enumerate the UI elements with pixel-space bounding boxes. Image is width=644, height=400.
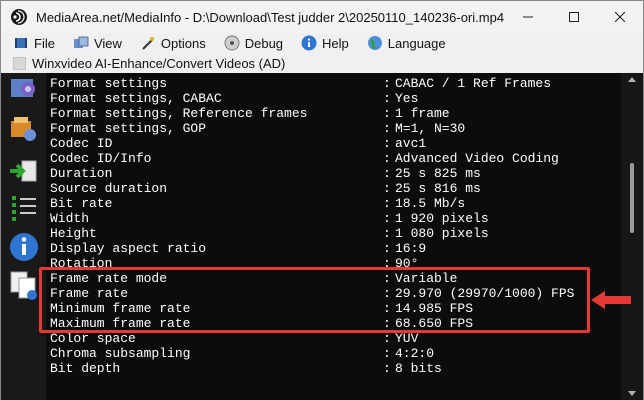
info-row-value: avc1	[395, 136, 427, 151]
maximize-button[interactable]	[551, 1, 597, 33]
info-row-separator: :	[383, 346, 391, 361]
info-row-key: Bit rate	[50, 196, 113, 211]
info-row-key: Codec ID/Info	[50, 151, 152, 166]
maximize-icon	[569, 12, 579, 22]
view-sidebar	[1, 73, 46, 400]
menu-options-label: Options	[160, 35, 206, 51]
winxvideo-ad-link[interactable]: Winxvideo AI-Enhance/Convert Videos (AD)	[32, 56, 285, 71]
minimize-icon	[523, 16, 533, 18]
ad-checkbox[interactable]	[13, 56, 26, 70]
window-title: MediaArea.net/MediaInfo - D:\Download\Te…	[36, 9, 505, 25]
info-row-key: Height	[50, 226, 97, 241]
info-row-separator: :	[383, 166, 391, 181]
menu-file[interactable]: File	[13, 33, 55, 53]
info-row-key: Format settings, CABAC	[50, 91, 222, 106]
scroll-up-icon[interactable]	[627, 75, 637, 83]
info-row-value: 1 frame	[395, 106, 450, 121]
info-row-value: 18.5 Mb/s	[395, 196, 466, 211]
info-row-value: 8 bits	[395, 361, 442, 376]
globe-icon	[367, 35, 383, 51]
info-row-separator: :	[383, 241, 391, 256]
info-row-key: Color space	[50, 331, 136, 346]
menu-help-label: Help	[322, 35, 349, 51]
info-row-key: Format settings, Reference frames	[50, 106, 308, 121]
info-row-value: 4:2:0	[395, 346, 435, 361]
content-area: Format settings: CABAC / 1 Ref Frames Form…	[1, 73, 643, 400]
info-row-key: Source duration	[50, 181, 168, 196]
secondary-menu-bar: Winxvideo AI-Enhance/Convert Videos (AD)	[1, 53, 643, 73]
magic-wand-icon	[140, 35, 156, 51]
info-row-separator: :	[383, 181, 391, 196]
film-icon	[13, 35, 29, 51]
scroll-down-icon[interactable]	[627, 390, 637, 398]
info-row-separator: :	[383, 106, 391, 121]
info-text-area[interactable]: Format settings: CABAC / 1 Ref Frames Form…	[46, 73, 621, 400]
menu-help[interactable]: Help	[301, 33, 349, 53]
info-row-value: Yes	[395, 91, 419, 106]
menu-view-label: View	[93, 35, 122, 51]
info-sidebar-icon[interactable]	[8, 231, 40, 263]
info-row-key: Chroma subsampling	[50, 346, 191, 361]
info-row-separator: :	[383, 196, 391, 211]
mediainfo-window: MediaArea.net/MediaInfo - D:\Download\Te…	[0, 0, 644, 400]
tree-view-icon[interactable]	[8, 193, 40, 225]
info-row-key: Bit depth	[50, 361, 121, 376]
info-row-separator: :	[383, 151, 391, 166]
info-row-key: Display aspect ratio	[50, 241, 207, 256]
info-row-separator: :	[383, 121, 391, 136]
info-row-separator: :	[383, 211, 391, 226]
menu-options[interactable]: Options	[140, 33, 206, 53]
vertical-scrollbar[interactable]	[621, 73, 643, 400]
frame-rate-highlight-box	[39, 267, 590, 333]
info-row-key: Format settings	[50, 76, 168, 91]
info-row-separator: :	[383, 361, 391, 376]
close-icon	[615, 12, 625, 22]
export-arrow-icon[interactable]	[8, 155, 40, 187]
info-row-key: Width	[50, 211, 90, 226]
info-row-separator: :	[383, 136, 391, 151]
menu-view[interactable]: View	[73, 33, 122, 53]
info-row-value: Advanced Video Coding	[395, 151, 559, 166]
copy-files-icon[interactable]	[8, 269, 40, 301]
info-row-key: Format settings, GOP	[50, 121, 207, 136]
menu-debug-label: Debug	[244, 35, 284, 51]
sheet-view-icon[interactable]	[8, 113, 40, 145]
menu-file-label: File	[34, 35, 55, 51]
info-row-separator: :	[383, 331, 391, 346]
menu-bar: File View Options Debug Help Language	[1, 33, 643, 53]
info-row-separator: :	[383, 91, 391, 106]
close-button[interactable]	[597, 1, 643, 33]
menu-language[interactable]: Language	[367, 33, 446, 53]
info-icon	[301, 35, 317, 51]
debug-disc-icon	[224, 35, 240, 51]
info-row-value: CABAC / 1 Ref Frames	[395, 76, 552, 91]
info-row-value: 1 920 pixels	[395, 211, 489, 226]
title-bar: MediaArea.net/MediaInfo - D:\Download\Te…	[1, 1, 643, 33]
view-icon	[73, 35, 89, 51]
info-row-key: Codec ID	[50, 136, 113, 151]
info-row-separator: :	[383, 226, 391, 241]
red-arrow-icon	[591, 291, 631, 309]
info-row-value: 25 s 825 ms	[395, 166, 481, 181]
minimize-button[interactable]	[505, 1, 551, 33]
info-row-value: 25 s 816 ms	[395, 181, 481, 196]
info-row-value: 1 080 pixels	[395, 226, 489, 241]
info-row-key: Duration	[50, 166, 113, 181]
info-row-value: M=1, N=30	[395, 121, 466, 136]
info-row-value: YUV	[395, 331, 419, 346]
menu-debug[interactable]: Debug	[224, 33, 283, 53]
mediainfo-app-icon	[10, 8, 28, 26]
menu-language-label: Language	[387, 35, 446, 51]
info-row-value: 16:9	[395, 241, 427, 256]
info-row-separator: :	[383, 76, 391, 91]
basic-view-icon[interactable]	[8, 73, 40, 105]
scrollbar-thumb[interactable]	[630, 163, 634, 233]
